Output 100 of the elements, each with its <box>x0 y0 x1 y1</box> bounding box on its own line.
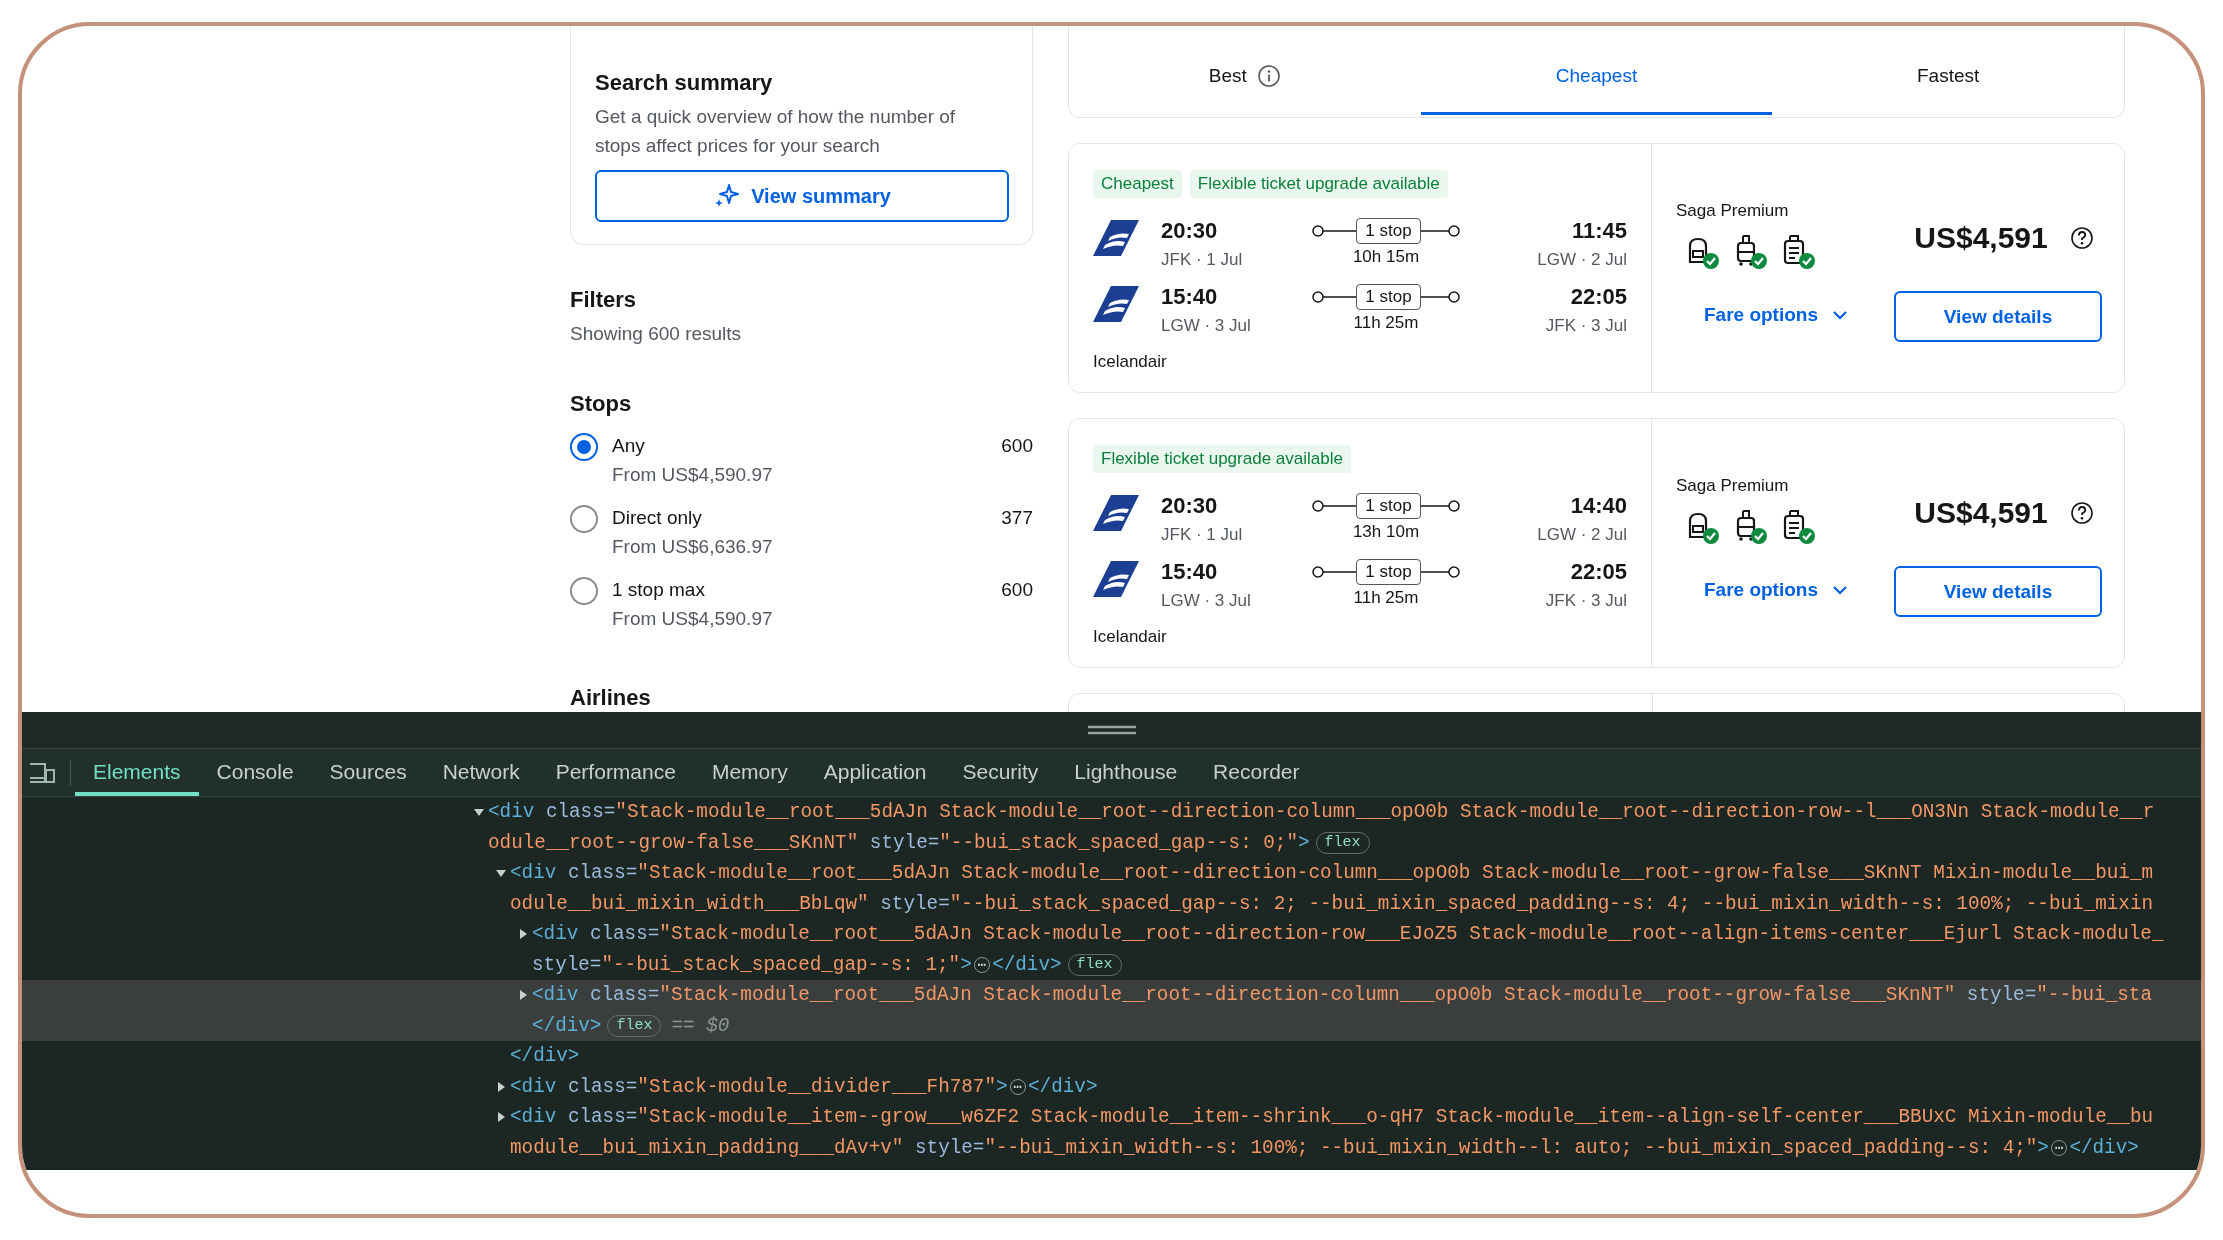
code-line: <div class="Stack-module__item--grow___w6ZF2 Stack-module__item--shrink___o-qH7 Stack-module__item--align-self-center___BBUxC Mixin-module__bu <box>510 1106 2154 1129</box>
option-label: Any <box>612 434 646 458</box>
flight-duration: 11h 25m <box>1353 313 1419 333</box>
code-line: <div class="Stack-module__root___5dAJn Stack-module__root--direction-column___opO0b Stack-module__root--direction-row--l___ON3Nn Stack-module__r <box>488 801 2155 824</box>
devtools-tab[interactable]: Sources <box>311 749 425 796</box>
option-count: 600 <box>1001 434 1033 458</box>
fare-name: Saga Premium <box>1676 475 1790 497</box>
route-line <box>1420 224 1461 238</box>
code-line: </div> <box>2069 1136 2139 1159</box>
code-line: </div> <box>510 1045 580 1068</box>
devtools-tab[interactable]: Application <box>805 749 945 796</box>
devtools-tab[interactable]: Network <box>424 749 538 796</box>
code-line: </div> <box>992 953 1062 976</box>
departure-airport-date: LGW · 3 Jul <box>1161 590 1252 612</box>
radio-button[interactable] <box>570 433 598 461</box>
flight-duration: 10h 15m <box>1352 247 1420 267</box>
route-line <box>1311 499 1357 513</box>
departure-time: 15:40 <box>1161 284 1219 310</box>
devtools-tab[interactable]: Performance <box>537 749 694 796</box>
stops-indicator: 1 stop <box>1356 218 1421 244</box>
tail-fin-icon <box>1093 218 1139 258</box>
devtools-tab[interactable]: Memory <box>693 749 806 796</box>
option-label: 1 stop max <box>612 578 706 602</box>
results-count: Showing 600 results <box>570 323 743 345</box>
code-line: odule__root--grow-false___SKnNT" style="--bui_stack_spaced_gap--s: 0;"> <box>488 831 1310 854</box>
departure-time: 20:30 <box>1161 493 1219 519</box>
summary-title: Search summary <box>595 70 774 96</box>
route-line <box>1420 565 1461 579</box>
arrival-time: 14:40 <box>1570 493 1627 519</box>
code-line: <div class="Stack-module__root___5dAJn Stack-module__root--direction-column___opO0b Stack-module__root--grow-false___SKnNT Mixin-module__bui_m <box>510 862 2154 885</box>
code-line: <div class="Stack-module__root___5dAJn Stack-module__root--direction-column___opO0b Stack-module__root--grow-false___SKnNT" style="--bui_sta <box>532 984 2152 1007</box>
code-line: </div> <box>1028 1075 1098 1098</box>
sort-tab[interactable]: Best <box>1069 26 1421 115</box>
arrival-time: 22:05 <box>1570 284 1627 310</box>
code-line: <div class="Stack-module__root___5dAJn Stack-module__root--direction-row___EJoZ5 Stack-module__root--align-items-center___Ejurl Stack-module_ <box>532 923 2164 946</box>
airline-name: Icelandair <box>1093 627 1168 647</box>
expander-icon[interactable] <box>495 1080 507 1093</box>
sort-tab[interactable]: Fastest <box>1772 26 2124 115</box>
chevron-down-icon <box>1832 310 1848 320</box>
tail-fin-icon <box>1093 493 1139 533</box>
devtools-tab[interactable]: Console <box>198 749 312 796</box>
option-count: 600 <box>1001 578 1033 602</box>
flight-duration: 13h 10m <box>1352 522 1420 542</box>
option-label: Direct only <box>612 506 703 530</box>
stops-indicator: 1 stop <box>1356 559 1421 585</box>
stops-indicator: 1 stop <box>1356 493 1421 519</box>
sort-tab[interactable]: Cheapest <box>1420 26 1773 115</box>
devtools-tab[interactable]: Lighthouse <box>1056 749 1196 796</box>
option-price: From US$4,590.97 <box>612 463 774 487</box>
flight-duration: 11h 25m <box>1353 588 1419 608</box>
route-line <box>1311 565 1357 579</box>
radio-button[interactable] <box>570 505 598 533</box>
view-details-button[interactable]: View details <box>1894 291 2102 342</box>
route-line <box>1311 290 1357 304</box>
chevron-down-icon <box>1832 585 1848 595</box>
flight-tag: Flexible ticket upgrade available <box>1093 445 1351 473</box>
expander-icon[interactable] <box>517 928 529 941</box>
devtools-tab[interactable]: Security <box>944 749 1057 796</box>
flight-tag: Flexible ticket upgrade available <box>1189 170 1448 198</box>
stops-indicator: 1 stop <box>1356 284 1421 310</box>
departure-airport-date: LGW · 3 Jul <box>1161 315 1252 337</box>
price: US$4,591 <box>1914 496 2048 530</box>
tail-fin-icon <box>1093 284 1139 324</box>
option-price: From US$4,590.97 <box>612 607 774 631</box>
filters-heading: Filters <box>570 287 638 313</box>
code-line: <div class="Stack-module__divider___Fh787"> <box>510 1075 1008 1098</box>
devtools-tab[interactable]: Recorder <box>1195 749 1318 796</box>
code-line: style="--bui_stack_spaced_gap--s: 1;"> <box>532 953 972 976</box>
view-details-button[interactable]: View details <box>1894 566 2102 617</box>
arrival-time: 22:05 <box>1570 559 1627 585</box>
help-icon[interactable] <box>2069 226 2094 250</box>
airline-name: Icelandair <box>1093 352 1168 372</box>
view-summary-button[interactable]: View summary <box>595 170 1009 222</box>
tail-fin-icon <box>1093 559 1139 599</box>
selected-node-marker: == $0 <box>671 1014 730 1037</box>
fare-options-button[interactable]: Fare options <box>1704 304 1848 326</box>
arrival-airport-date: JFK · 3 Jul <box>1545 590 1627 612</box>
arrival-airport-date: JFK · 3 Jul <box>1545 315 1627 337</box>
arrival-time: 11:45 <box>1571 218 1627 244</box>
option-count: 377 <box>1001 506 1033 530</box>
device-toolbar-icon[interactable] <box>28 760 56 785</box>
fare-options-button[interactable]: Fare options <box>1704 579 1848 601</box>
expander-icon[interactable] <box>517 989 529 1002</box>
airlines-heading: Airlines <box>570 685 652 711</box>
help-icon[interactable] <box>2069 501 2094 525</box>
departure-time: 15:40 <box>1161 559 1219 585</box>
departure-time: 20:30 <box>1161 218 1219 244</box>
option-price: From US$6,636.97 <box>612 535 774 559</box>
expander-icon[interactable] <box>495 1111 507 1124</box>
code-line: odule__bui_mixin_width___BbLqw" style="--bui_stack_spaced_gap--s: 2; --bui_mixin_spaced_padding--s: 4; --bui_mixin_width--s: 100%; --bui_mixin <box>510 892 2154 915</box>
drag-handle-icon[interactable] <box>1087 725 1136 735</box>
radio-button[interactable] <box>570 577 598 605</box>
route-line <box>1311 224 1357 238</box>
devtools-tab[interactable]: Elements <box>75 749 199 796</box>
route-line <box>1420 499 1461 513</box>
departure-airport-date: JFK · 1 Jul <box>1161 524 1244 546</box>
stops-heading: Stops <box>570 391 633 417</box>
arrival-airport-date: LGW · 2 Jul <box>1537 524 1627 546</box>
fare-name: Saga Premium <box>1676 200 1790 222</box>
code-line: module__bui_mixin_padding___dAv+v" style="--bui_mixin_width--s: 100%; --bui_mixin_width--l: auto; --bui_mixin_spaced_padding--s: 4;"> <box>510 1136 2049 1159</box>
